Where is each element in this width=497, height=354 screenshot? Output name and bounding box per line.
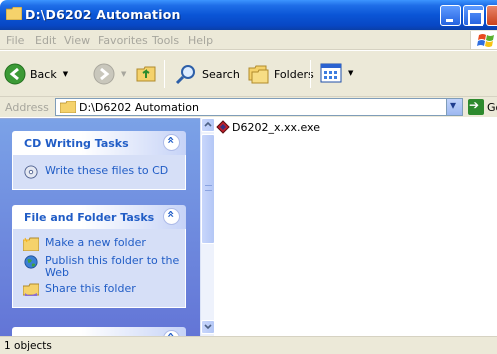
chevron-down-icon[interactable]: ▼	[121, 70, 126, 78]
close-button[interactable]	[486, 5, 497, 26]
panel-header[interactable]: CD Writing Tasks	[12, 131, 186, 155]
other-places-panel	[12, 327, 186, 336]
task-label: Write these files to CD	[45, 164, 169, 177]
views-icon	[320, 63, 342, 83]
new-folder-icon	[23, 237, 39, 251]
globe-icon	[24, 255, 38, 269]
menu-edit[interactable]: Edit	[35, 34, 56, 47]
chevron-down-icon[interactable]: ▼	[63, 70, 68, 78]
exe-icon	[216, 120, 230, 134]
forward-arrow-icon	[93, 63, 115, 85]
task-label: Share this folder	[45, 282, 136, 295]
grip-icon	[205, 185, 212, 191]
forward-button[interactable]: ▼	[93, 63, 126, 85]
task-label: Publish this folder to the Web	[45, 254, 180, 279]
file-name: D6202_x.xx.exe	[232, 120, 320, 134]
collapse-icon[interactable]	[163, 134, 180, 151]
menu-tools[interactable]: Tools	[152, 34, 179, 47]
task-label: Make a new folder	[45, 236, 146, 249]
title-bar: D:\D6202 Automation	[0, 0, 497, 30]
cd-icon	[24, 165, 38, 179]
toolbar: Back ▼ ▼ Search Folders ▼	[0, 51, 497, 97]
minimize-button[interactable]	[440, 5, 461, 26]
panel-title: CD Writing Tasks	[24, 137, 129, 150]
address-label: Address	[5, 101, 49, 114]
views-button[interactable]: ▼	[320, 63, 353, 83]
task-share-folder[interactable]: Share this folder	[13, 281, 185, 299]
back-label: Back	[30, 67, 57, 81]
address-dropdown-button[interactable]	[446, 98, 462, 115]
cd-writing-tasks-panel: CD Writing Tasks Write these files to CD	[12, 131, 186, 190]
task-publish-web[interactable]: Publish this folder to the Web	[13, 253, 185, 281]
scroll-thumb[interactable]	[201, 134, 215, 244]
menu-file[interactable]: File	[6, 34, 24, 47]
back-arrow-icon	[4, 63, 26, 85]
panel-body: Make a new folder Publish this folder to…	[12, 229, 186, 308]
toolbar-separator	[164, 60, 165, 88]
panel-body: Write these files to CD	[12, 155, 186, 190]
file-list-pane: D6202_x.xx.exe	[200, 118, 497, 336]
address-value: D:\D6202 Automation	[79, 101, 199, 114]
file-folder-tasks-panel: File and Folder Tasks Make a new folder …	[12, 205, 186, 308]
window-title: D:\D6202 Automation	[25, 7, 181, 22]
status-text: 1 objects	[4, 340, 52, 352]
up-folder-icon	[136, 66, 156, 82]
collapse-icon[interactable]	[163, 208, 180, 225]
menu-help[interactable]: Help	[188, 34, 213, 47]
folders-icon	[248, 65, 269, 84]
task-new-folder[interactable]: Make a new folder	[13, 235, 185, 253]
folder-icon	[60, 101, 76, 113]
file-item[interactable]: D6202_x.xx.exe	[216, 120, 320, 134]
chevron-down-icon[interactable]: ▼	[348, 69, 353, 77]
folder-icon	[6, 7, 22, 20]
share-folder-icon	[23, 283, 39, 296]
chevron-down-icon	[204, 324, 212, 330]
toolbar-separator	[310, 60, 311, 88]
go-button[interactable]: Go	[487, 101, 497, 114]
back-button[interactable]: Back ▼	[4, 63, 68, 85]
task-pane: CD Writing Tasks Write these files to CD…	[0, 118, 200, 336]
windows-logo-icon	[470, 31, 497, 49]
address-bar: Address D:\D6202 Automation Go	[0, 97, 497, 117]
chevron-up-icon	[204, 121, 212, 127]
folders-button[interactable]: Folders	[246, 62, 314, 86]
address-input[interactable]: D:\D6202 Automation	[55, 98, 463, 116]
folders-label: Folders	[274, 67, 314, 81]
menu-view[interactable]: View	[64, 34, 90, 47]
scroll-up-button[interactable]	[201, 118, 215, 132]
status-bar: 1 objects	[0, 336, 497, 354]
maximize-button[interactable]	[463, 5, 484, 26]
search-button[interactable]: Search	[174, 62, 240, 86]
panel-header[interactable]	[12, 327, 186, 336]
search-label: Search	[202, 67, 240, 81]
panel-title: File and Folder Tasks	[24, 211, 155, 224]
vertical-scrollbar[interactable]	[200, 118, 215, 336]
menu-bar: File Edit View Favorites Tools Help	[0, 30, 497, 50]
panel-header[interactable]: File and Folder Tasks	[12, 205, 186, 229]
search-icon	[175, 65, 195, 85]
menu-favorites[interactable]: Favorites	[98, 34, 148, 47]
go-icon[interactable]	[468, 98, 484, 115]
scroll-down-button[interactable]	[201, 320, 215, 334]
up-folder-button[interactable]	[135, 61, 159, 85]
task-write-to-cd[interactable]: Write these files to CD	[13, 163, 185, 181]
